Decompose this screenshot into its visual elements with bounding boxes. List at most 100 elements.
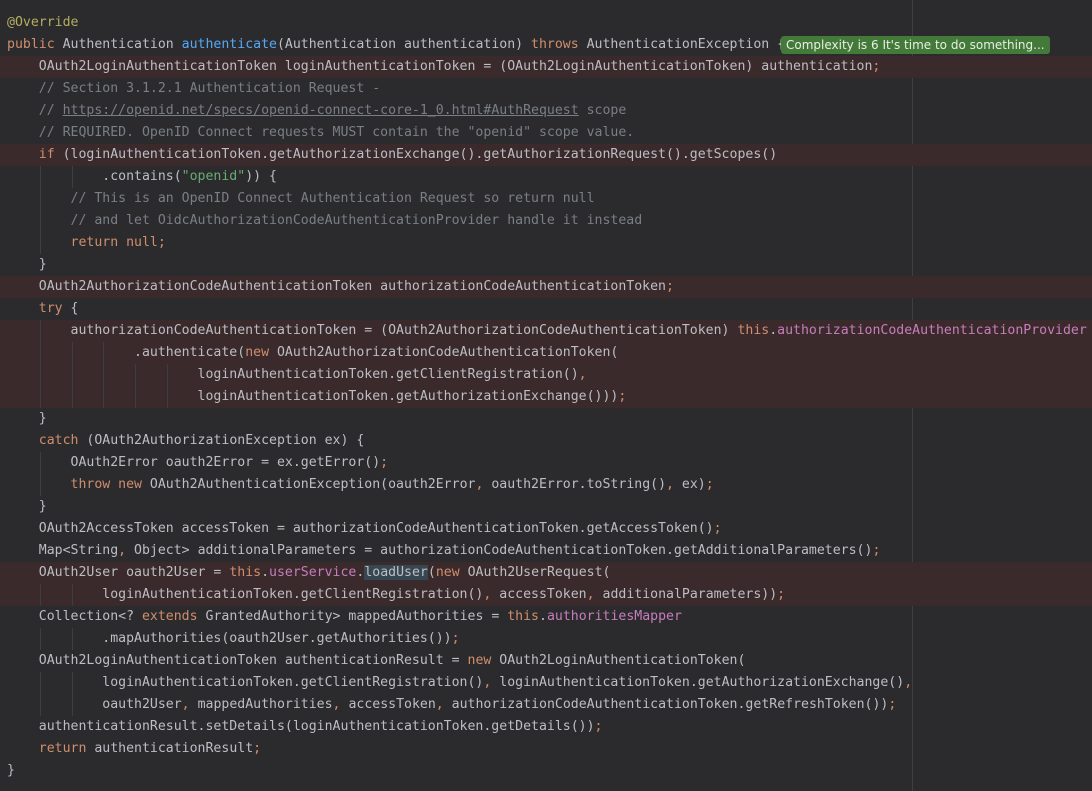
code-token: .authenticate( [7,345,246,360]
code-token: Collection<? [7,609,142,624]
code-token: loginAuthenticationToken.getClientRegist… [7,675,484,690]
keyword: return [7,741,95,756]
code-line[interactable]: @Override [0,12,1092,34]
code-line[interactable]: // REQUIRED. OpenID Connect requests MUS… [0,122,1092,144]
code-line[interactable]: throw new OAuth2AuthenticationException(… [0,474,1092,496]
keyword: this [737,323,770,338]
code-text: .authenticate(new OAuth2AuthorizationCod… [7,342,618,364]
keyword: extends [141,609,206,624]
keyword: new [435,565,468,580]
code-line[interactable]: loginAuthenticationToken.getClientRegist… [0,364,1092,386]
code-line[interactable]: if (loginAuthenticationToken.getAuthoriz… [0,144,1092,166]
code-text: } [7,254,47,276]
code-line[interactable]: OAuth2LoginAuthenticationToken authentic… [0,650,1092,672]
annotation: @Override [7,15,79,30]
code-token: OAuth2User oauth2User = [7,565,230,580]
code-line[interactable]: OAuth2AuthorizationCodeAuthenticationTok… [0,276,1092,298]
field: userService [269,565,357,580]
code-line[interactable]: .authenticate(new OAuth2AuthorizationCod… [0,342,1092,364]
code-line[interactable]: .mapAuthorities(oauth2User.getAuthoritie… [0,628,1092,650]
code-line[interactable]: } [0,408,1092,430]
code-line[interactable]: // Section 3.1.2.1 Authentication Reques… [0,78,1092,100]
keyword: ; [594,719,603,734]
comment: scope [578,103,627,118]
code-line[interactable]: } [0,254,1092,276]
code-line[interactable]: OAuth2Error oauth2Error = ex.getError(); [0,452,1092,474]
code-line[interactable]: Map<String, Object> additionalParameters… [0,540,1092,562]
code-line[interactable]: // https://openid.net/specs/openid-conne… [0,100,1092,122]
code-text: oauth2User, mappedAuthorities, accessTok… [7,694,896,716]
code-token: ex) [681,477,706,492]
code-text: catch (OAuth2AuthorizationException ex) … [7,430,365,452]
code-token: } [7,257,47,272]
code-editor[interactable]: @Override public Authentication authentic… [0,0,1092,791]
code-text: return null; [7,232,166,254]
code-token: OAuth2AuthorizationCodeAuthenticationTok… [276,345,619,360]
keyword: new [467,653,500,668]
code-text: loginAuthenticationToken.getAuthorizatio… [7,386,627,408]
keyword: , [118,543,135,558]
code-text: // and let OidcAuthorizationCodeAuthenti… [7,210,643,232]
code-line[interactable]: OAuth2AccessToken accessToken = authoriz… [0,518,1092,540]
code-text: } [7,408,47,430]
keyword: , [666,477,682,492]
code-line[interactable]: authorizationCodeAuthenticationToken = (… [0,320,1092,342]
keyword: ; [872,59,881,74]
code-token: .mapAuthorities(oauth2User.getAuthoritie… [7,631,452,646]
code-token: mappedAuthorities [197,697,333,712]
code-token: loginAuthenticationToken.getClientRegist… [7,587,484,602]
code-line[interactable]: OAuth2LoginAuthenticationToken loginAuth… [0,56,1092,78]
code-token: AuthenticationException { [586,37,786,52]
code-line[interactable]: OAuth2User oauth2User = this.userService… [0,562,1092,584]
code-text: return authenticationResult; [7,738,261,760]
keyword: this [229,565,262,580]
comment: // REQUIRED. OpenID Connect requests MUS… [7,125,635,140]
keyword: catch [7,433,87,448]
code-line[interactable]: authenticationResult.setDetails(loginAut… [0,716,1092,738]
code-line[interactable]: oauth2User, mappedAuthorities, accessTok… [0,694,1092,716]
code-text: public Authentication authenticate(Authe… [7,34,785,56]
code-line[interactable]: Collection<? extends GrantedAuthority> m… [0,606,1092,628]
code-token: authenticationResult [94,741,254,756]
complexity-hint-badge[interactable]: Complexity is 6 It's time to do somethin… [781,36,1050,54]
code-token: Map<String [7,543,119,558]
code-token: accessToken [348,697,436,712]
code-line[interactable]: // and let OidcAuthorizationCodeAuthenti… [0,210,1092,232]
code-line[interactable]: .contains("openid")) { [0,166,1092,188]
code-line[interactable]: try { [0,298,1092,320]
code-line[interactable]: return null; [0,232,1092,254]
comment: // Section 3.1.2.1 Authentication Reques… [7,81,381,96]
keyword: throw new [7,477,150,492]
keyword: public [7,37,63,52]
code-text: authorizationCodeAuthenticationToken = (… [7,320,1087,342]
code-token: (OAuth2AuthorizationException ex) { [86,433,365,448]
code-line[interactable]: // This is an OpenID Connect Authenticat… [0,188,1092,210]
code-line[interactable]: return authenticationResult; [0,738,1092,760]
code-text: .contains("openid")) { [7,166,277,188]
code-token: OAuth2AccessToken accessToken = authoriz… [7,521,714,536]
keyword: throws [531,37,587,52]
code-text: OAuth2Error oauth2Error = ex.getError(); [7,452,389,474]
code-line[interactable]: loginAuthenticationToken.getClientRegist… [0,584,1092,606]
code-line[interactable]: loginAuthenticationToken.getClientRegist… [0,672,1092,694]
code-token: { [70,301,79,316]
method-name: authenticate [181,37,277,52]
code-token: authenticationResult.setDetails(loginAut… [7,719,595,734]
keyword: ; [618,389,627,404]
code-text: OAuth2AuthorizationCodeAuthenticationTok… [7,276,674,298]
code-line[interactable]: loginAuthenticationToken.getAuthorizatio… [0,386,1092,408]
code-text: loginAuthenticationToken.getClientRegist… [7,584,785,606]
keyword: , [475,477,492,492]
code-line[interactable]: } [0,760,1092,782]
code-text: try { [7,298,79,320]
keyword: , [586,587,603,602]
code-token: loginAuthenticationToken.getAuthorizatio… [499,675,905,690]
keyword: , [332,697,349,712]
field: authoritiesMapper [546,609,682,624]
code-line[interactable]: catch (OAuth2AuthorizationException ex) … [0,430,1092,452]
code-text: if (loginAuthenticationToken.getAuthoriz… [7,144,777,166]
link[interactable]: https://openid.net/specs/openid-connect-… [63,103,579,118]
keyword: return null; [7,235,166,250]
code-line[interactable]: } [0,496,1092,518]
code-text: OAuth2User oauth2User = this.userService… [7,562,611,584]
